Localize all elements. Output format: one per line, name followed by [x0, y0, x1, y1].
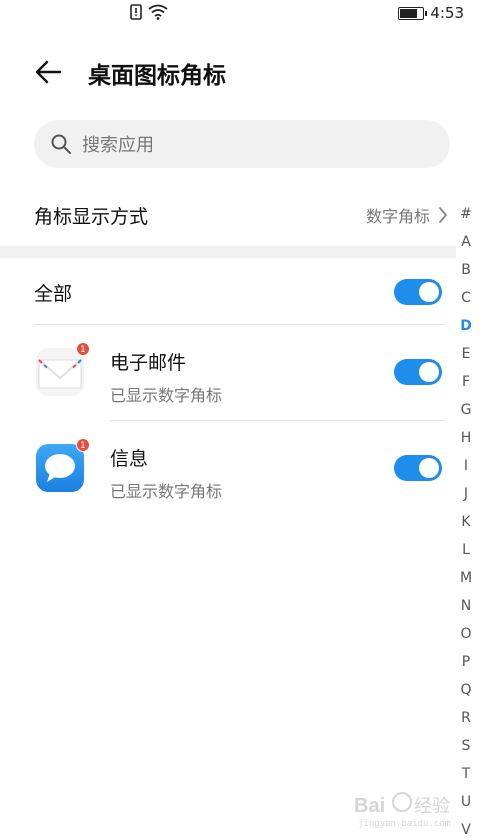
section-divider — [0, 246, 456, 258]
status-time: 4:53 — [430, 4, 464, 22]
status-bar: 4:53 — [0, 0, 480, 28]
page-title: 桌面图标角标 — [88, 63, 226, 89]
index-letter[interactable]: O — [454, 620, 478, 648]
battery-fill — [400, 8, 418, 18]
baidu-jingyan-watermark: Bai 经验 jingyan.baidu.com — [354, 792, 450, 829]
app-badge-status: 已显示数字角标 — [110, 482, 223, 501]
index-letter[interactable]: H — [454, 424, 478, 452]
index-letter[interactable]: A — [454, 228, 478, 256]
index-letter[interactable]: M — [454, 564, 478, 592]
badge-style-row[interactable]: 角标显示方式 数字角标 — [34, 192, 448, 238]
app-row-messages[interactable]: 1 信息 已显示数字角标 — [34, 436, 444, 516]
all-apps-row: 全部 — [34, 266, 444, 318]
all-apps-label: 全部 — [34, 282, 73, 305]
badge-style-value: 数字角标 — [365, 207, 430, 226]
message-icon — [36, 444, 84, 492]
header: 桌面图标角标 — [0, 44, 480, 96]
alphabet-index-bar[interactable]: # A B C D E F G H I J K L M N O P Q R S T U V — [454, 200, 478, 840]
toggle-knob — [419, 282, 439, 302]
all-apps-toggle[interactable] — [394, 279, 442, 305]
arrow-left-icon — [35, 60, 62, 84]
index-letter[interactable]: S — [454, 732, 478, 760]
wifi-icon — [148, 4, 168, 20]
index-letter[interactable]: C — [454, 284, 478, 312]
search-icon — [51, 134, 71, 154]
badge-style-label: 角标显示方式 — [34, 205, 149, 228]
chevron-right-icon — [439, 207, 447, 223]
sim-alert-icon — [130, 4, 142, 20]
divider — [110, 420, 444, 421]
toggle-knob — [419, 362, 439, 382]
status-left — [130, 4, 168, 20]
divider — [34, 324, 444, 325]
index-letter[interactable]: F — [454, 368, 478, 396]
index-letter[interactable]: E — [454, 340, 478, 368]
app-row-email[interactable]: 1 电子邮件 已显示数字角标 — [34, 340, 444, 420]
notification-badge: 1 — [76, 342, 90, 356]
index-letter[interactable]: J — [454, 480, 478, 508]
battery-icon — [398, 6, 428, 20]
svg-text:经验: 经验 — [414, 796, 450, 817]
notification-badge: 1 — [76, 438, 90, 452]
index-letter[interactable]: D — [454, 312, 478, 340]
app-name: 信息 — [110, 448, 149, 470]
index-letter[interactable]: L — [454, 536, 478, 564]
app-badge-status: 已显示数字角标 — [110, 386, 223, 405]
search-input[interactable]: 搜索应用 — [34, 120, 450, 168]
search-placeholder: 搜索应用 — [82, 135, 154, 156]
back-button[interactable] — [30, 54, 66, 90]
svg-text:Bai: Bai — [354, 795, 385, 817]
index-letter[interactable]: K — [454, 508, 478, 536]
app-name: 电子邮件 — [110, 352, 187, 374]
index-letter[interactable]: R — [454, 704, 478, 732]
email-badge-toggle[interactable] — [394, 359, 442, 385]
index-letter[interactable]: G — [454, 396, 478, 424]
email-app-icon-wrap: 1 — [36, 342, 90, 398]
badge-style-value-wrap: 数字角标 — [366, 203, 448, 227]
index-letter[interactable]: I — [454, 452, 478, 480]
status-right: 4:53 — [398, 4, 464, 22]
index-letter[interactable]: P — [454, 648, 478, 676]
index-letter[interactable]: N — [454, 592, 478, 620]
index-letter[interactable]: B — [454, 256, 478, 284]
message-app-icon-wrap: 1 — [36, 438, 90, 494]
toggle-knob — [419, 458, 439, 478]
email-icon — [36, 348, 84, 396]
index-letter[interactable]: Q — [454, 676, 478, 704]
svg-text:jingyan.baidu.com: jingyan.baidu.com — [358, 819, 450, 829]
messages-badge-toggle[interactable] — [394, 455, 442, 481]
index-letter[interactable]: # — [454, 200, 478, 228]
